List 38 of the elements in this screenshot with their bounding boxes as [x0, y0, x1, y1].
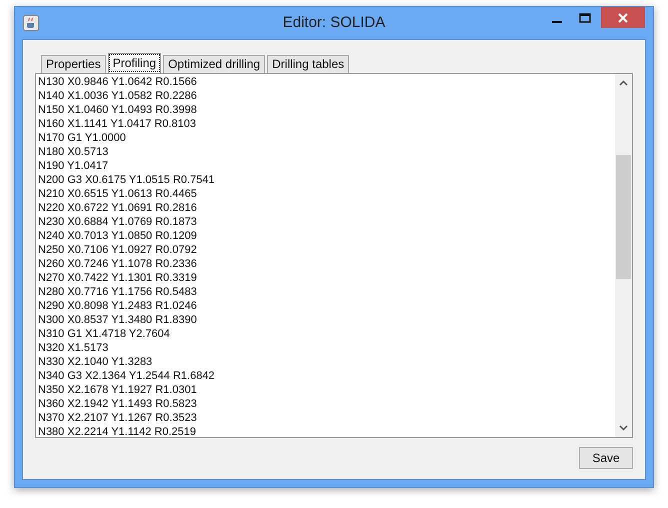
code-line: N170 G1 Y1.0000 — [38, 131, 126, 145]
code-line: N150 X1.0460 Y1.0493 R0.3998 — [38, 103, 197, 117]
code-line: N350 X2.1678 Y1.1927 R1.0301 — [38, 383, 197, 397]
code-line: N210 X0.6515 Y1.0613 R0.4465 — [38, 187, 197, 201]
tab[interactable]: Drilling tables — [267, 55, 350, 73]
code-line: N220 X0.6722 Y1.0691 R0.2816 — [38, 201, 197, 215]
code-line: N310 G1 X1.4718 Y2.7604 — [38, 327, 170, 341]
code-line: N300 X0.8537 Y1.3480 R1.8390 — [38, 313, 197, 327]
code-line: N330 X2.1040 Y1.3283 — [38, 355, 152, 369]
code-line: N140 X1.0036 Y1.0582 R0.2286 — [38, 89, 197, 103]
code-line: N200 G3 X0.6175 Y1.0515 R0.7541 — [38, 173, 215, 187]
code-line: N250 X0.7106 Y1.0927 R0.0792 — [38, 243, 197, 257]
code-line: N190 Y1.0417 — [38, 159, 108, 173]
close-icon — [618, 12, 628, 22]
scroll-up-icon[interactable] — [619, 80, 628, 86]
code-line: N340 G3 X2.1364 Y1.2544 R1.6842 — [38, 369, 215, 383]
code-line: N290 X0.8098 Y1.2483 R1.0246 — [38, 299, 197, 313]
scrollbar-thumb[interactable] — [616, 155, 631, 279]
tab[interactable]: Profiling — [108, 53, 162, 73]
code-line: N370 X2.2107 Y1.1267 R0.3523 — [38, 411, 197, 425]
coffee-cup-icon — [23, 15, 39, 31]
code-line: N130 X0.9846 Y1.0642 R0.1566 — [38, 75, 197, 89]
code-line: N270 X0.7422 Y1.1301 R0.3319 — [38, 271, 197, 285]
close-button[interactable] — [601, 7, 645, 28]
code-line: N160 X1.1141 Y1.0417 R0.8103 — [38, 117, 196, 131]
tab[interactable]: Properties — [41, 55, 106, 73]
code-line: N240 X0.7013 Y1.0850 R0.1209 — [38, 229, 197, 243]
code-line: N180 X0.5713 — [38, 145, 108, 159]
scroll-down-icon[interactable] — [619, 425, 628, 431]
code-line: N360 X2.1942 Y1.1493 R0.5823 — [38, 397, 197, 411]
code-line: N280 X0.7716 Y1.1756 R0.5483 — [38, 285, 197, 299]
save-button[interactable]: Save — [579, 447, 633, 469]
code-line: N230 X0.6884 Y1.0769 R0.1873 — [38, 215, 197, 229]
tab[interactable]: Optimized drilling — [163, 55, 266, 73]
code-line: N320 X1.5173 — [38, 341, 108, 355]
window-title: Editor: SOLIDA — [282, 12, 386, 33]
code-line: N260 X0.7246 Y1.1078 R0.2336 — [38, 257, 197, 271]
code-line: N380 X2.2214 Y1.1142 R0.2519 — [38, 425, 196, 439]
